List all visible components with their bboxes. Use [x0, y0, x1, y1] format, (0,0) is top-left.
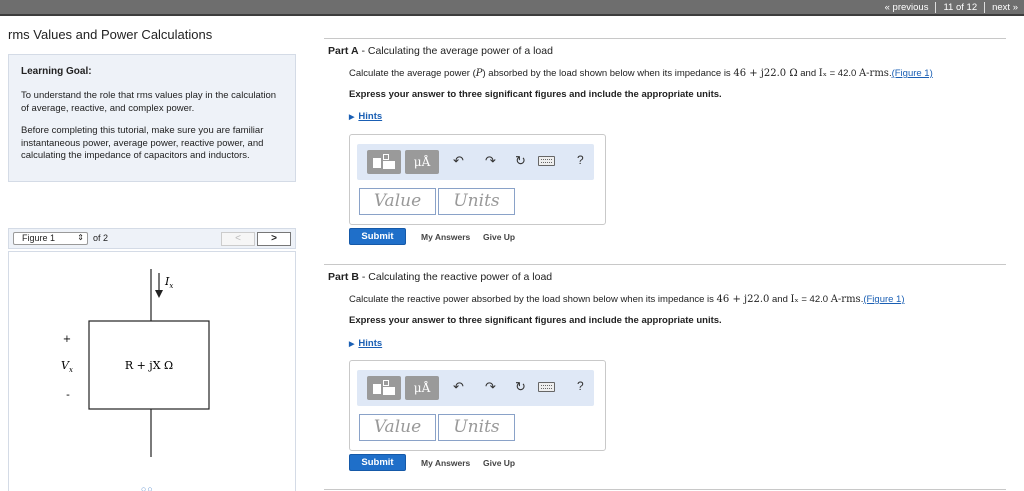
top-bar: « previous 11 of 12 next » — [0, 0, 1024, 16]
voltage-label: Vx — [61, 359, 73, 374]
figure-select[interactable]: Figure 1 ⇕ — [13, 232, 88, 245]
impedance-label: R + jX Ω — [125, 359, 173, 372]
part-b-question: Calculate the reactive power absorbed by… — [349, 294, 905, 305]
units-input[interactable]: Units — [438, 414, 515, 441]
divider — [935, 1, 937, 13]
figure-count: of 2 — [93, 233, 109, 243]
help-icon[interactable]: ? — [577, 153, 584, 167]
part-a-answer-box: μÅ ↶ ↷ ↻ ? Value Units — [349, 134, 606, 225]
figure-1-link[interactable]: (Figure 1) — [863, 294, 904, 305]
next-link[interactable]: next » — [992, 2, 1018, 13]
circuit-diagram: Ix R + jX Ω + Vx - — [61, 269, 210, 457]
part-b-answer-box: μÅ ↶ ↷ ↻ ? Value Units — [349, 360, 606, 451]
part-a-submit-button[interactable]: Submit — [349, 228, 406, 245]
expand-triangle-icon: ▶ — [349, 114, 355, 121]
keyboard-icon[interactable] — [538, 156, 555, 166]
expand-triangle-icon: ▶ — [349, 341, 355, 348]
part-a-heading: Part A - Calculating the average power o… — [328, 45, 553, 57]
part-a-give-up-link[interactable]: Give Up — [483, 232, 515, 242]
value-input[interactable]: Value — [359, 414, 436, 441]
divider — [984, 1, 986, 13]
part-b-hints-toggle[interactable]: ▶ Hints — [349, 338, 382, 349]
part-a-question: Calculate the average power (P) absorbed… — [349, 68, 933, 79]
plus-sign: + — [63, 334, 71, 345]
learning-goal-prereq: Before completing this tutorial, make su… — [21, 125, 264, 161]
part-a-instructions: Express your answer to three significant… — [349, 89, 722, 100]
value-input[interactable]: Value — [359, 188, 436, 215]
figure-select-value: Figure 1 — [22, 233, 56, 243]
figure-page-dots[interactable]: ○○ — [141, 484, 154, 491]
divider — [324, 264, 1006, 265]
divider — [324, 489, 1006, 490]
learning-goal-panel: Learning Goal: To understand the role th… — [8, 54, 296, 182]
page-title: rms Values and Power Calculations — [8, 27, 213, 42]
arrowhead-icon — [155, 290, 163, 298]
figure-navigator: Figure 1 ⇕ of 2 < > — [8, 228, 296, 249]
part-b-title: Calculating the reactive power of a load — [368, 271, 553, 283]
part-b-my-answers-link[interactable]: My Answers — [421, 458, 470, 468]
help-icon[interactable]: ? — [577, 379, 584, 393]
part-b-submit-button[interactable]: Submit — [349, 454, 406, 471]
redo-icon[interactable]: ↷ — [485, 153, 496, 169]
part-b-instructions: Express your answer to three significant… — [349, 315, 722, 326]
keyboard-icon[interactable] — [538, 382, 555, 392]
learning-goal-heading: Learning Goal: — [21, 66, 92, 77]
part-b-letter: Part B — [328, 271, 359, 283]
undo-icon[interactable]: ↶ — [453, 379, 464, 395]
reset-icon[interactable]: ↻ — [515, 153, 526, 169]
units-input[interactable]: Units — [438, 188, 515, 215]
part-a-title: Calculating the average power of a load — [367, 45, 553, 57]
page-counter: 11 of 12 — [943, 1, 978, 13]
part-a-hints-toggle[interactable]: ▶ Hints — [349, 111, 382, 122]
part-b-give-up-link[interactable]: Give Up — [483, 458, 515, 468]
units-symbols-button[interactable]: μÅ — [405, 150, 439, 174]
part-b-heading: Part B - Calculating the reactive power … — [328, 271, 553, 283]
pagination: « previous 11 of 12 next » — [885, 1, 1018, 13]
learning-goal-text: To understand the role that rms values p… — [21, 90, 277, 114]
reset-icon[interactable]: ↻ — [515, 379, 526, 395]
figure-panel: Ix R + jX Ω + Vx - ○○ — [8, 251, 296, 491]
figure-prev-button[interactable]: < — [221, 232, 255, 246]
divider — [324, 38, 1006, 39]
part-a-letter: Part A — [328, 45, 359, 57]
previous-link[interactable]: « previous — [885, 2, 929, 13]
select-arrows-icon: ⇕ — [77, 233, 84, 242]
figure-next-button[interactable]: > — [257, 232, 291, 246]
units-symbols-button[interactable]: μÅ — [405, 376, 439, 400]
part-a-my-answers-link[interactable]: My Answers — [421, 232, 470, 242]
templates-icon[interactable] — [367, 376, 401, 400]
answer-toolbar: μÅ ↶ ↷ ↻ ? — [357, 370, 594, 406]
current-label: Ix — [164, 275, 173, 290]
redo-icon[interactable]: ↷ — [485, 379, 496, 395]
templates-icon[interactable] — [367, 150, 401, 174]
undo-icon[interactable]: ↶ — [453, 153, 464, 169]
minus-sign: - — [66, 388, 70, 401]
figure-1-link[interactable]: (Figure 1) — [892, 68, 933, 79]
answer-toolbar: μÅ ↶ ↷ ↻ ? — [357, 144, 594, 180]
